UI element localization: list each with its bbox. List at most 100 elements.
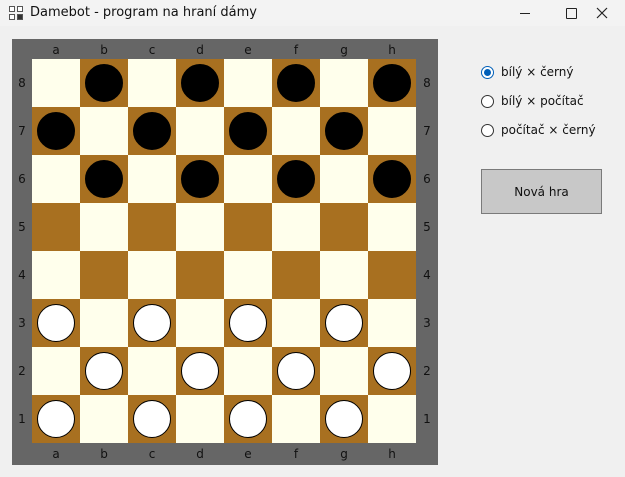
new-game-button[interactable]: Nová hra xyxy=(481,169,602,214)
board-square-e6[interactable] xyxy=(224,155,272,203)
board-square-e2[interactable] xyxy=(224,347,272,395)
board-square-a4[interactable] xyxy=(32,251,80,299)
black-piece[interactable] xyxy=(133,112,171,150)
radio-computer-vs-black[interactable]: počítač × černý xyxy=(481,120,596,140)
white-piece[interactable] xyxy=(325,304,363,342)
board-square-c6[interactable] xyxy=(128,155,176,203)
radio-label: počítač × černý xyxy=(501,123,596,137)
black-piece[interactable] xyxy=(277,160,315,198)
radio-white-vs-computer[interactable]: bílý × počítač xyxy=(481,91,584,111)
row-label-left: 4 xyxy=(18,268,26,282)
board-square-b1[interactable] xyxy=(80,395,128,443)
board-square-b2[interactable] xyxy=(80,347,128,395)
white-piece[interactable] xyxy=(37,400,75,438)
black-piece[interactable] xyxy=(181,160,219,198)
board-square-c1[interactable] xyxy=(128,395,176,443)
board-square-h3[interactable] xyxy=(368,299,416,347)
board-square-f3[interactable] xyxy=(272,299,320,347)
black-piece[interactable] xyxy=(37,112,75,150)
black-piece[interactable] xyxy=(229,112,267,150)
board-square-b7[interactable] xyxy=(80,107,128,155)
board-square-h6[interactable] xyxy=(368,155,416,203)
board-square-d4[interactable] xyxy=(176,251,224,299)
black-piece[interactable] xyxy=(277,64,315,102)
board-square-b8[interactable] xyxy=(80,59,128,107)
black-piece[interactable] xyxy=(85,64,123,102)
white-piece[interactable] xyxy=(325,400,363,438)
board-square-f6[interactable] xyxy=(272,155,320,203)
board-square-d2[interactable] xyxy=(176,347,224,395)
black-piece[interactable] xyxy=(181,64,219,102)
board-square-a6[interactable] xyxy=(32,155,80,203)
board-square-f1[interactable] xyxy=(272,395,320,443)
board-square-d8[interactable] xyxy=(176,59,224,107)
board-square-f7[interactable] xyxy=(272,107,320,155)
radio-button[interactable] xyxy=(481,94,494,108)
board-square-e7[interactable] xyxy=(224,107,272,155)
board-square-c7[interactable] xyxy=(128,107,176,155)
board-square-a1[interactable] xyxy=(32,395,80,443)
radio-button[interactable] xyxy=(481,123,494,137)
white-piece[interactable] xyxy=(85,352,123,390)
white-piece[interactable] xyxy=(277,352,315,390)
board-square-g2[interactable] xyxy=(320,347,368,395)
white-piece[interactable] xyxy=(229,304,267,342)
white-piece[interactable] xyxy=(133,400,171,438)
board-square-h8[interactable] xyxy=(368,59,416,107)
board-square-b6[interactable] xyxy=(80,155,128,203)
board-square-d7[interactable] xyxy=(176,107,224,155)
board-square-c3[interactable] xyxy=(128,299,176,347)
board-square-e3[interactable] xyxy=(224,299,272,347)
board-square-g5[interactable] xyxy=(320,203,368,251)
board-square-c2[interactable] xyxy=(128,347,176,395)
board-square-f5[interactable] xyxy=(272,203,320,251)
black-piece[interactable] xyxy=(85,160,123,198)
white-piece[interactable] xyxy=(373,352,411,390)
radio-white-vs-black[interactable]: bílý × černý xyxy=(481,62,573,82)
board-square-d5[interactable] xyxy=(176,203,224,251)
board-square-b5[interactable] xyxy=(80,203,128,251)
board-square-g8[interactable] xyxy=(320,59,368,107)
board-square-c4[interactable] xyxy=(128,251,176,299)
board-square-h7[interactable] xyxy=(368,107,416,155)
board-square-d6[interactable] xyxy=(176,155,224,203)
board-square-h1[interactable] xyxy=(368,395,416,443)
board-square-a2[interactable] xyxy=(32,347,80,395)
white-piece[interactable] xyxy=(37,304,75,342)
row-label-right: 7 xyxy=(423,124,431,138)
board-square-f8[interactable] xyxy=(272,59,320,107)
board-square-d1[interactable] xyxy=(176,395,224,443)
white-piece[interactable] xyxy=(181,352,219,390)
board-square-c8[interactable] xyxy=(128,59,176,107)
board-square-a7[interactable] xyxy=(32,107,80,155)
board-square-b4[interactable] xyxy=(80,251,128,299)
board-square-h2[interactable] xyxy=(368,347,416,395)
board-square-g3[interactable] xyxy=(320,299,368,347)
board-square-g1[interactable] xyxy=(320,395,368,443)
board-square-c5[interactable] xyxy=(128,203,176,251)
board-square-f4[interactable] xyxy=(272,251,320,299)
black-piece[interactable] xyxy=(325,112,363,150)
black-piece[interactable] xyxy=(373,64,411,102)
board-square-g6[interactable] xyxy=(320,155,368,203)
radio-button[interactable] xyxy=(481,65,494,79)
board-square-g4[interactable] xyxy=(320,251,368,299)
board-square-h5[interactable] xyxy=(368,203,416,251)
close-button[interactable] xyxy=(579,0,625,26)
white-piece[interactable] xyxy=(229,400,267,438)
minimize-button[interactable] xyxy=(502,0,548,26)
board-square-e5[interactable] xyxy=(224,203,272,251)
board-square-h4[interactable] xyxy=(368,251,416,299)
board-square-e4[interactable] xyxy=(224,251,272,299)
board-square-d3[interactable] xyxy=(176,299,224,347)
board-square-e8[interactable] xyxy=(224,59,272,107)
white-piece[interactable] xyxy=(133,304,171,342)
board-square-f2[interactable] xyxy=(272,347,320,395)
black-piece[interactable] xyxy=(373,160,411,198)
board-square-a5[interactable] xyxy=(32,203,80,251)
board-square-b3[interactable] xyxy=(80,299,128,347)
board-square-a3[interactable] xyxy=(32,299,80,347)
board-square-e1[interactable] xyxy=(224,395,272,443)
board-square-g7[interactable] xyxy=(320,107,368,155)
board-square-a8[interactable] xyxy=(32,59,80,107)
